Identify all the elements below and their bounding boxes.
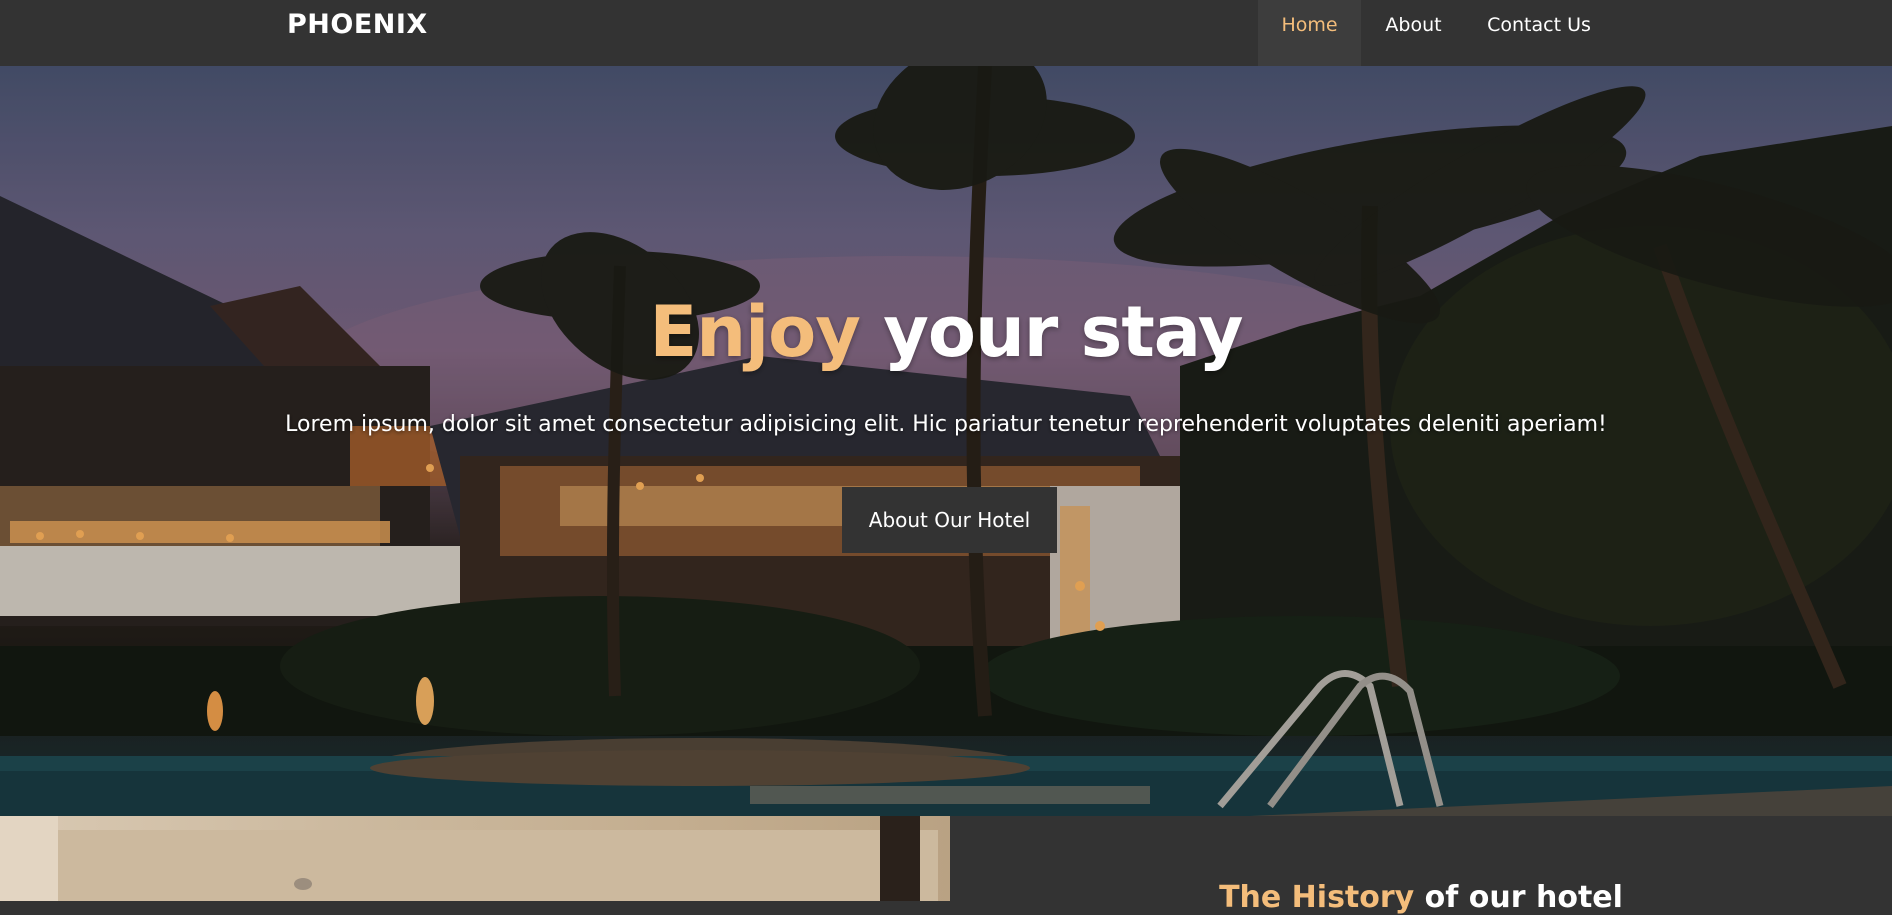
room-wall bbox=[58, 830, 938, 901]
nav-item-home[interactable]: Home bbox=[1258, 0, 1361, 66]
brand-logo[interactable]: PHOENIX bbox=[287, 9, 428, 40]
history-image bbox=[0, 816, 950, 901]
hero-title-rest: your stay bbox=[859, 291, 1243, 373]
about-our-hotel-button[interactable]: About Our Hotel bbox=[842, 487, 1057, 553]
history-panel: The History of our hotel bbox=[950, 816, 1892, 915]
hero-section: Enjoy your stay Lorem ipsum, dolor sit a… bbox=[0, 66, 1892, 816]
hero-background-image bbox=[0, 66, 1892, 816]
room-door bbox=[880, 816, 920, 901]
ceiling-lamp-icon bbox=[294, 878, 312, 890]
hero-subtitle: Lorem ipsum, dolor sit amet consectetur … bbox=[285, 412, 1607, 437]
nav-item-contact[interactable]: Contact Us bbox=[1466, 0, 1612, 66]
history-title-accent: The History bbox=[1219, 880, 1415, 915]
history-title-rest: of our hotel bbox=[1414, 880, 1623, 915]
top-navbar: PHOENIX Home About Contact Us bbox=[0, 0, 1892, 66]
window-frame bbox=[0, 816, 58, 901]
hero-title-accent: Enjoy bbox=[649, 291, 860, 373]
hero-title: Enjoy your stay bbox=[0, 291, 1892, 373]
history-title: The History of our hotel bbox=[950, 880, 1892, 915]
nav-item-about[interactable]: About bbox=[1361, 0, 1466, 66]
